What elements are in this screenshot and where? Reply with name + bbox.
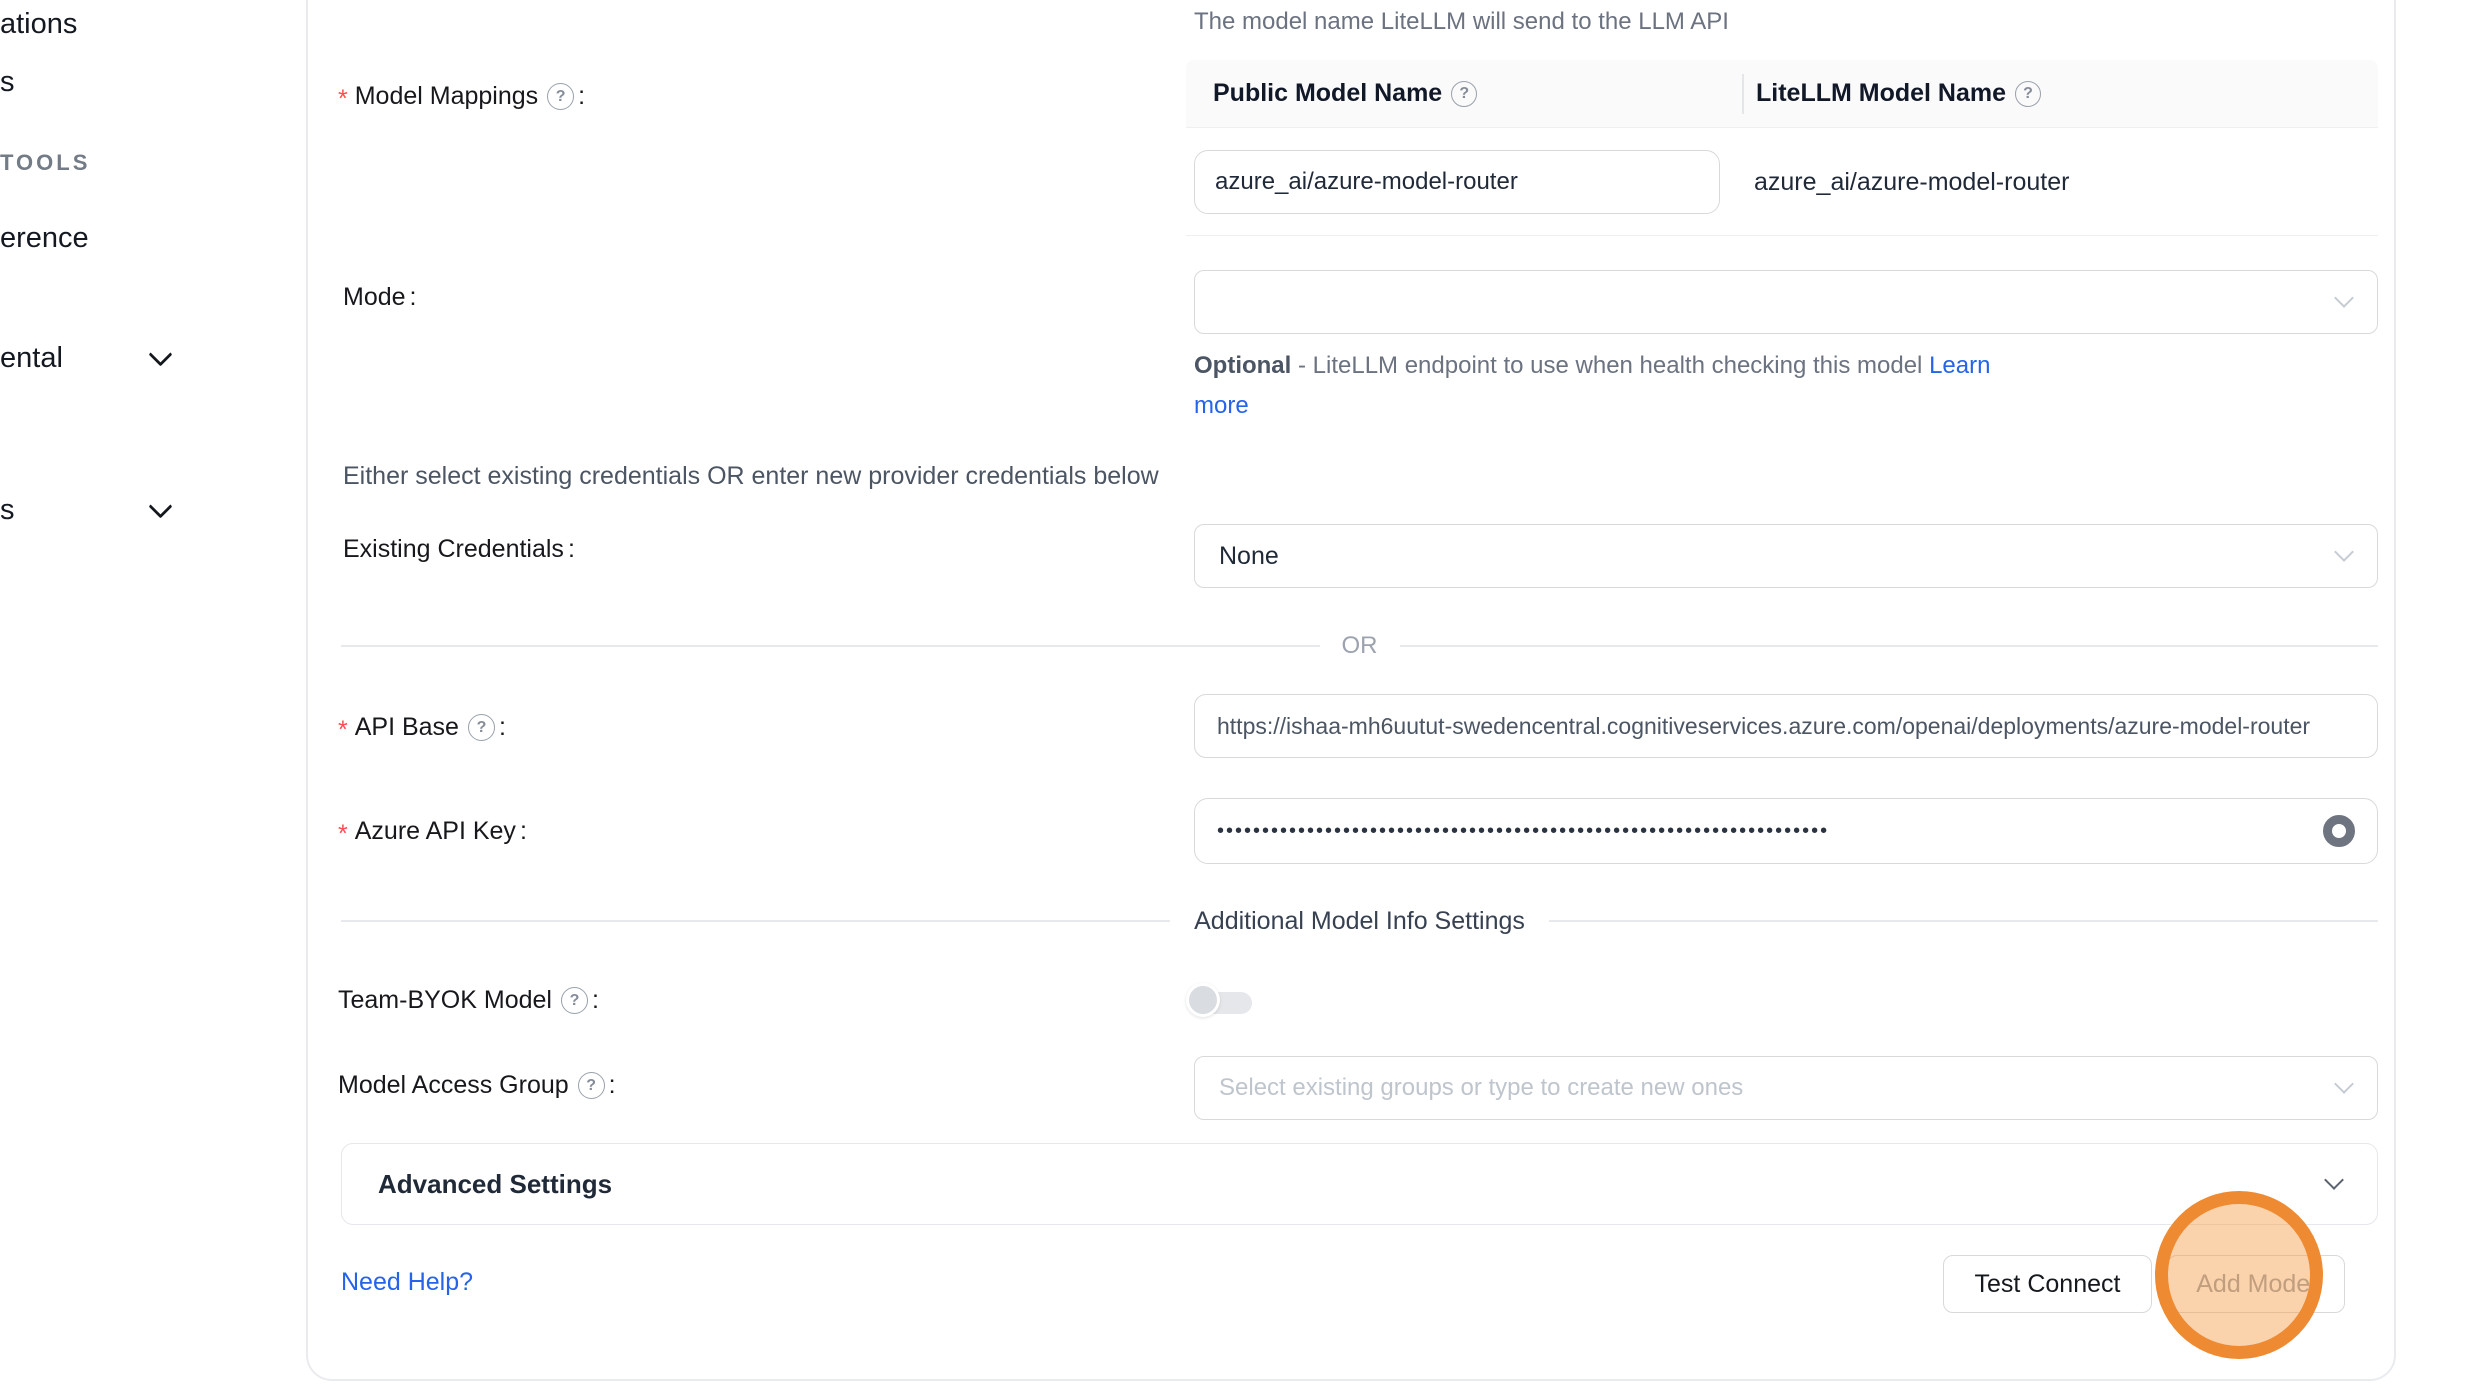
chevron-down-icon (2324, 1170, 2344, 1190)
required-mark: * (338, 814, 348, 849)
toggle-knob (1186, 983, 1220, 1017)
advanced-settings-label: Advanced Settings (378, 1169, 612, 1200)
or-divider: OR (341, 631, 2378, 661)
api-base-label-text: API Base (355, 713, 459, 742)
header-column-divider (1742, 74, 1744, 114)
divider-line (1400, 645, 2379, 647)
info-settings-divider: Additional Model Info Settings (341, 906, 2378, 936)
divider-line (1549, 920, 2378, 922)
or-divider-text: OR (1342, 632, 1378, 660)
public-model-name-header-text: Public Model Name (1213, 79, 1442, 108)
api-base-label: * API Base ? : (338, 710, 506, 745)
help-icon[interactable]: ? (468, 714, 495, 741)
existing-credentials-label-text: Existing Credentials (343, 535, 564, 564)
model-access-group-placeholder: Select existing groups or type to create… (1195, 1074, 1743, 1102)
api-base-input[interactable] (1217, 713, 2355, 740)
team-byok-label-text: Team-BYOK Model (338, 986, 552, 1015)
help-icon[interactable]: ? (578, 1072, 605, 1099)
azure-api-key-field[interactable]: ••••••••••••••••••••••••••••••••••••••••… (1194, 798, 2378, 864)
mode-select[interactable] (1194, 270, 2378, 334)
azure-api-key-label-text: Azure API Key (355, 817, 516, 846)
sidebar-item-experimental[interactable]: ental (0, 342, 63, 375)
credentials-note: Either select existing credentials OR en… (343, 462, 1159, 491)
model-mappings-table-header: Public Model Name ? LiteLLM Model Name ? (1186, 60, 2378, 128)
api-base-field[interactable] (1194, 694, 2378, 758)
label-colon: : (578, 82, 585, 111)
model-access-group-label: Model Access Group ? : (338, 1071, 616, 1100)
litellm-model-name-header: LiteLLM Model Name ? (1742, 79, 2041, 108)
mode-label-text: Mode (343, 283, 406, 312)
mode-hint: Optional - LiteLLM endpoint to use when … (1194, 346, 2039, 426)
required-mark: * (338, 79, 348, 114)
model-mappings-label: * Model Mappings ? : (338, 79, 585, 114)
mode-hint-bold: Optional (1194, 352, 1291, 379)
public-model-name-input[interactable] (1194, 150, 1720, 214)
divider-line (341, 645, 1320, 647)
help-icon[interactable]: ? (547, 83, 574, 110)
eye-icon[interactable] (2323, 815, 2355, 847)
sidebar-item-organizations[interactable]: ations (0, 8, 77, 41)
help-icon[interactable]: ? (2015, 81, 2041, 107)
label-colon: : (568, 535, 575, 564)
test-connect-button[interactable]: Test Connect (1943, 1255, 2152, 1313)
team-byok-toggle[interactable] (1186, 983, 1256, 1023)
existing-credentials-value: None (1195, 542, 1279, 571)
existing-credentials-select[interactable]: None (1194, 524, 2378, 588)
public-model-name-header: Public Model Name ? (1186, 79, 1742, 108)
model-name-hint: The model name LiteLLM will send to the … (1194, 8, 1729, 36)
chevron-down-icon[interactable] (148, 494, 172, 518)
chevron-down-icon (2334, 542, 2354, 562)
label-colon: : (520, 817, 527, 846)
litellm-model-name-header-text: LiteLLM Model Name (1756, 79, 2006, 108)
existing-credentials-label: Existing Credentials : (343, 535, 575, 564)
chevron-down-icon (2334, 1074, 2354, 1094)
sidebar-item-1[interactable]: s (0, 66, 15, 99)
label-colon: : (609, 1071, 616, 1100)
model-mapping-row: azure_ai/azure-model-router (1186, 128, 2378, 236)
label-colon: : (592, 986, 599, 1015)
divider-line (341, 920, 1170, 922)
advanced-settings-panel[interactable]: Advanced Settings (341, 1143, 2378, 1225)
mode-hint-text: - LiteLLM endpoint to use when health ch… (1298, 352, 1922, 379)
help-icon[interactable]: ? (1451, 81, 1477, 107)
team-byok-label: Team-BYOK Model ? : (338, 986, 599, 1015)
model-mappings-label-text: Model Mappings (355, 82, 538, 111)
sidebar-item-settings[interactable]: s (0, 494, 15, 527)
azure-api-key-label: * Azure API Key : (338, 814, 527, 849)
model-access-group-label-text: Model Access Group (338, 1071, 569, 1100)
masked-api-key: ••••••••••••••••••••••••••••••••••••••••… (1217, 820, 1889, 843)
chevron-down-icon[interactable] (148, 342, 172, 366)
sidebar-item-inference[interactable]: erence (0, 222, 89, 255)
label-colon: : (499, 713, 506, 742)
help-icon[interactable]: ? (561, 987, 588, 1014)
need-help-link[interactable]: Need Help? (341, 1268, 473, 1297)
mode-label: Mode : (343, 283, 417, 312)
model-access-group-select[interactable]: Select existing groups or type to create… (1194, 1056, 2378, 1120)
chevron-down-icon (2334, 288, 2354, 308)
label-colon: : (410, 283, 417, 312)
sidebar-section-tools: TOOLS (0, 150, 90, 176)
add-model-screen: ations s TOOLS erence ental s The model … (0, 0, 2477, 1385)
required-mark: * (338, 710, 348, 745)
model-mappings-table: Public Model Name ? LiteLLM Model Name ?… (1186, 60, 2378, 236)
info-settings-divider-text: Additional Model Info Settings (1194, 907, 1525, 936)
litellm-model-name-value: azure_ai/azure-model-router (1754, 128, 2069, 236)
click-highlight-circle (2155, 1191, 2323, 1359)
